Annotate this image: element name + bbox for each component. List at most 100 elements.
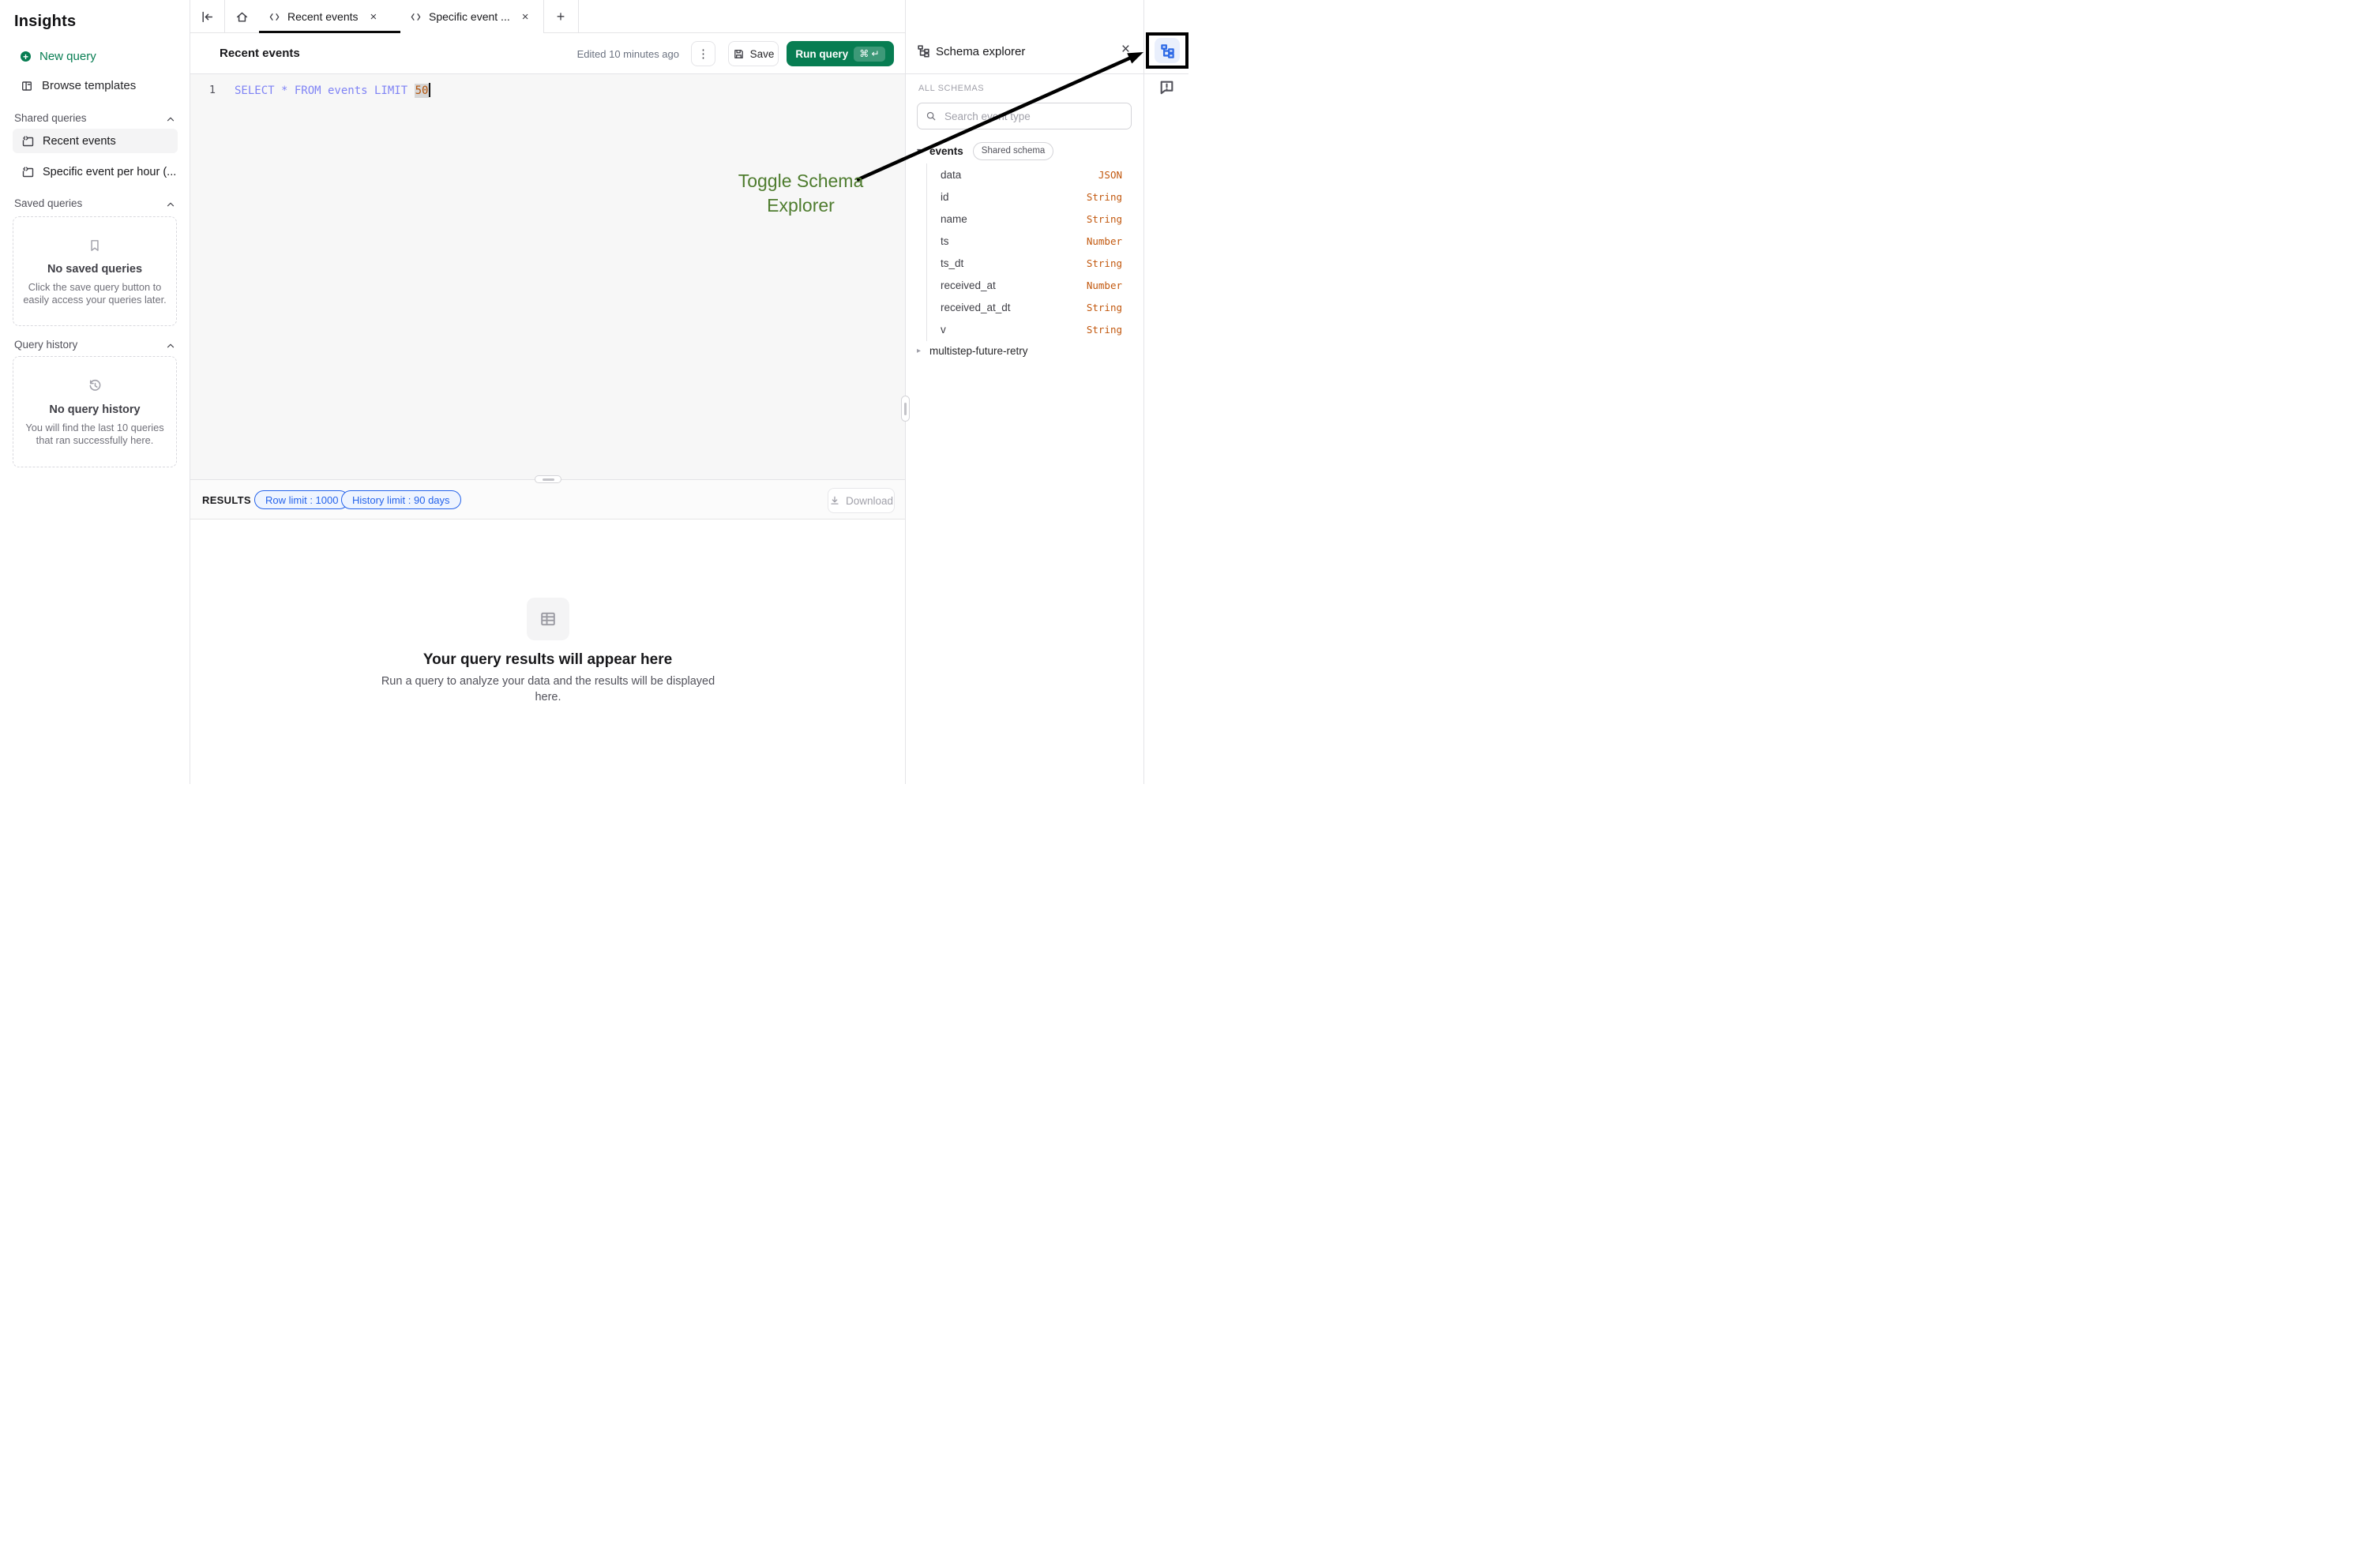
field-name: ts [941,235,949,247]
code-square-icon [22,135,35,148]
feedback-button[interactable] [1158,79,1176,96]
new-query-button[interactable]: + New query [21,50,96,63]
caret-down-icon[interactable]: ▾ [917,147,929,156]
app-title: Insights [14,13,76,31]
empty-desc: You will find the last 10 queries that r… [24,422,165,447]
tab-recent-events[interactable]: Recent events × [259,0,400,33]
insights-app: Insights + New query Browse templates Sh… [0,0,1188,784]
code-square-icon [22,166,35,178]
empty-title: No query history [49,403,140,416]
keyboard-shortcut-badge: ⌘ ↵ [854,47,884,62]
tree-indent-guide [926,163,927,341]
tab-label: Specific event ... [429,10,510,23]
close-tab-icon[interactable]: × [522,10,529,24]
history-limit-pill[interactable]: History limit : 90 days [341,490,461,509]
schema-field-row[interactable]: ts Number [941,230,1122,252]
speech-bubble-exclamation-icon [1158,79,1175,96]
field-type: String [1087,191,1122,203]
download-icon [829,495,840,506]
sql-code-line: SELECT * FROM events LIMIT 50 [235,83,430,97]
empty-title: No saved queries [47,263,142,276]
sql-editor[interactable]: 1 SELECT * FROM events LIMIT 50 [190,74,905,479]
schema-panel-resize-handle[interactable] [901,396,910,422]
home-button[interactable] [224,0,259,33]
toggle-schema-explorer-button[interactable] [1155,38,1180,63]
sidebar-item-recent-events[interactable]: Recent events [13,129,178,153]
field-type: String [1087,302,1122,313]
tab-bar: Recent events × Specific event ... × + [190,0,905,33]
schema-name: multistep-future-retry [929,345,1028,357]
run-query-button[interactable]: Run query ⌘ ↵ [787,41,894,66]
run-query-label: Run query [795,48,848,60]
field-name: name [941,213,967,225]
edited-timestamp: Edited 10 minutes ago [577,48,679,60]
all-schemas-label: ALL SCHEMAS [918,84,984,93]
right-icon-toolbar [1143,0,1188,784]
code-slash-icon [268,11,280,23]
download-label: Download [846,495,893,507]
schema-events-row[interactable]: ▾ events Shared schema [917,141,1053,161]
field-name: data [941,169,961,181]
editor-results-resize-handle[interactable] [535,475,561,483]
schema-field-row[interactable]: name String [941,208,1122,230]
query-history-empty-state: No query history You will find the last … [13,356,177,467]
results-label: RESULTS [202,494,251,506]
new-query-label: New query [39,50,96,63]
tab-label: Recent events [287,10,359,23]
schema-field-row[interactable]: received_at_dt String [941,296,1122,318]
browse-templates-button[interactable]: Browse templates [21,79,136,92]
chevron-up-icon[interactable] [165,114,176,125]
schema-field-row[interactable]: received_at Number [941,274,1122,296]
toolbar-cell [1144,0,1188,74]
schema-field-row[interactable]: v String [941,318,1122,340]
results-empty-title: Your query results will appear here [190,651,905,669]
tab-specific-event[interactable]: Specific event ... × [400,0,543,33]
query-history-label: Query history [14,339,77,351]
row-limit-pill[interactable]: Row limit : 1000 [254,490,349,509]
results-toolbar: RESULTS Row limit : 1000 History limit :… [190,479,905,520]
editor-header: Recent events Edited 10 minutes ago ⋮ Sa… [190,33,905,74]
new-tab-button[interactable]: + [543,0,578,33]
save-button[interactable]: Save [728,41,779,66]
history-clock-icon [88,378,103,393]
chevron-up-icon[interactable] [165,340,176,351]
field-name: received_at [941,279,996,291]
more-options-button[interactable]: ⋮ [691,41,715,66]
schema-field-row[interactable]: ts_dt String [941,252,1122,274]
close-icon[interactable]: × [1121,42,1130,57]
results-empty-state: Your query results will appear here Run … [190,520,905,784]
schema-search-input[interactable] [943,110,1123,123]
shared-schema-badge: Shared schema [973,142,1054,160]
download-button[interactable]: Download [828,488,895,513]
schema-explorer-header: Schema explorer × [906,0,1143,74]
close-tab-icon[interactable]: × [370,10,377,24]
saved-queries-label: Saved queries [14,197,82,209]
collapse-sidebar-button[interactable] [190,0,224,33]
text-cursor [429,83,430,97]
tree-schema-icon [1160,43,1175,58]
field-type: String [1087,213,1122,225]
browse-templates-label: Browse templates [42,79,136,92]
sidebar-item-specific-event[interactable]: Specific event per hour (... [13,159,178,184]
caret-right-icon[interactable]: ▸ [917,347,929,355]
query-title: Recent events [220,47,300,60]
schema-field-row[interactable]: id String [941,186,1122,208]
schema-explorer-panel: Schema explorer × ALL SCHEMAS ▾ events S… [905,0,1143,784]
sidebar-item-label: Specific event per hour (... [43,166,176,178]
field-type: Number [1087,279,1122,291]
schema-name: events [929,145,963,157]
schema-search-box[interactable] [917,103,1132,129]
tree-schema-icon [917,44,930,58]
schema-multistep-row[interactable]: ▸ multistep-future-retry [917,340,1028,361]
table-grid-icon [527,598,569,640]
field-type: String [1087,324,1122,336]
chevron-up-icon[interactable] [165,199,176,210]
search-icon [926,111,937,122]
sidebar-item-label: Recent events [43,135,116,148]
line-number: 1 [205,84,216,96]
shared-queries-label: Shared queries [14,112,87,124]
field-name: received_at_dt [941,302,1011,313]
sql-keywords: SELECT * FROM events LIMIT [235,84,415,97]
kebab-icon: ⋮ [697,47,709,61]
schema-field-row[interactable]: data JSON [941,163,1122,186]
